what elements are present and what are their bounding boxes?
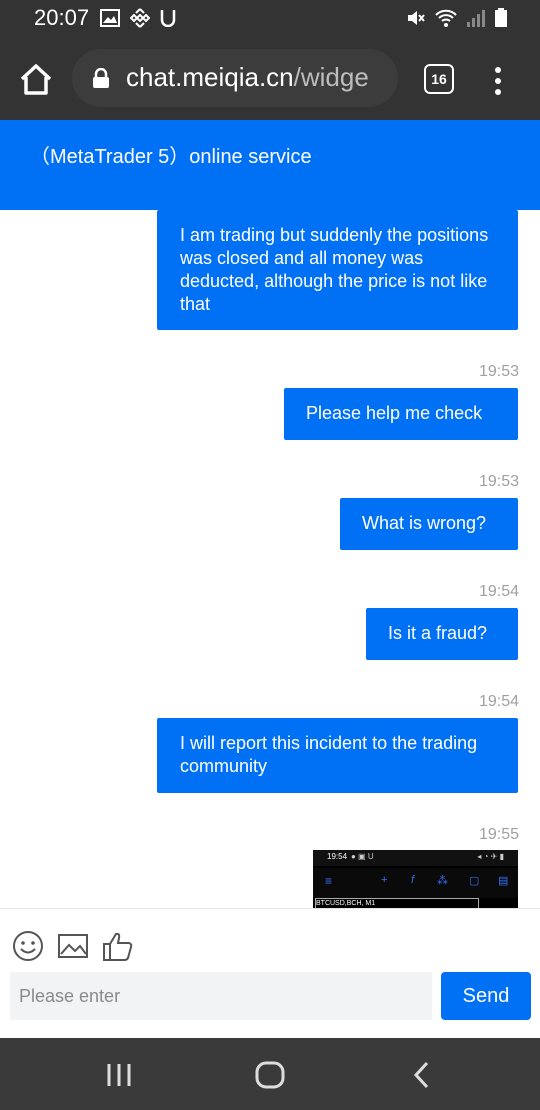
image-upload-icon[interactable] <box>56 929 90 963</box>
send-button[interactable]: Send <box>441 972 531 1020</box>
message-time: 19:54 <box>478 583 519 600</box>
thumbs-up-icon[interactable] <box>101 929 135 963</box>
url-text: chat.meiqia.cn/widge <box>126 62 369 93</box>
thumbnail-windows-icon: ▢ <box>469 875 480 887</box>
thumbnail-objects-icon: ⁂ <box>437 875 448 887</box>
battery-icon <box>495 8 507 27</box>
thumbnail-status-icons: ● ▣ U <box>351 852 374 861</box>
address-bar[interactable]: chat.meiqia.cn/widge <box>72 49 398 107</box>
thumbnail-status-bar: 19:54 ● ▣ U ◂ ◔ ✈ ▮ <box>313 850 518 866</box>
status-right-icons <box>406 8 508 28</box>
message-time: 19:53 <box>478 473 519 490</box>
tab-switcher-button[interactable]: 16 <box>424 64 454 94</box>
status-time: 20:07 <box>34 5 90 30</box>
chat-title: （MetaTrader 5）online service <box>30 146 312 168</box>
message-list[interactable]: I am trading but suddenly the positions … <box>0 210 540 908</box>
back-icon[interactable] <box>405 1058 439 1092</box>
thumbnail-toolbar: ≡ + f ⁂ ▢ ▤ <box>313 868 518 898</box>
thumbnail-document-icon: ▤ <box>498 875 509 887</box>
mute-icon <box>408 11 425 25</box>
screenshot-thumbnail[interactable]: 19:54 ● ▣ U ◂ ◔ ✈ ▮ ≡ + f ⁂ ▢ ▤ BTCUSD,B… <box>313 850 518 908</box>
browser-toolbar: chat.meiqia.cn/widge 16 <box>0 38 540 120</box>
thumbnail-symbol-label: BTCUSD,BCH, M1 <box>316 900 376 907</box>
status-bar: 20:07 <box>0 0 540 38</box>
lock-icon <box>93 68 109 88</box>
wifi-icon <box>435 9 457 27</box>
tab-count: 16 <box>431 71 447 87</box>
thumbnail-function-icon: f <box>411 874 415 886</box>
message-time: 19:54 <box>478 693 519 710</box>
message-bubble: I am trading but suddenly the positions … <box>157 210 518 330</box>
u-icon <box>160 10 176 27</box>
composer: Send <box>0 908 540 1039</box>
binance-icon <box>130 8 150 28</box>
message-time: 19:55 <box>478 826 519 843</box>
signal-icon <box>467 10 485 27</box>
thumbnail-signal-icons: ◂ ◔ ✈ ▮ <box>477 852 504 861</box>
system-navigation-bar <box>0 1038 540 1110</box>
message-time: 19:53 <box>478 363 519 380</box>
url-path: /widge <box>293 62 369 92</box>
image-icon <box>100 9 120 27</box>
message-bubble: Is it a fraud? <box>366 608 518 660</box>
status-left-icons <box>100 8 176 28</box>
home-icon[interactable] <box>18 62 54 98</box>
thumbnail-menu-icon: ≡ <box>325 874 333 888</box>
emoji-icon[interactable] <box>11 929 45 963</box>
more-options-icon[interactable] <box>486 66 510 96</box>
message-bubble: What is wrong? <box>340 498 518 550</box>
thumbnail-time: 19:54 <box>327 852 348 861</box>
recent-apps-icon[interactable] <box>102 1058 136 1092</box>
thumbnail-crosshair-icon: + <box>381 874 388 886</box>
message-input[interactable] <box>10 972 432 1020</box>
message-bubble: Please help me check <box>284 388 518 440</box>
home-nav-icon[interactable] <box>253 1058 287 1092</box>
message-bubble: I will report this incident to the tradi… <box>157 718 518 793</box>
chat-header: （MetaTrader 5）online service <box>0 120 540 210</box>
thumbnail-chart-frame: BTCUSD,BCH, M1 <box>315 898 479 908</box>
url-domain: chat.meiqia.cn <box>126 62 294 92</box>
